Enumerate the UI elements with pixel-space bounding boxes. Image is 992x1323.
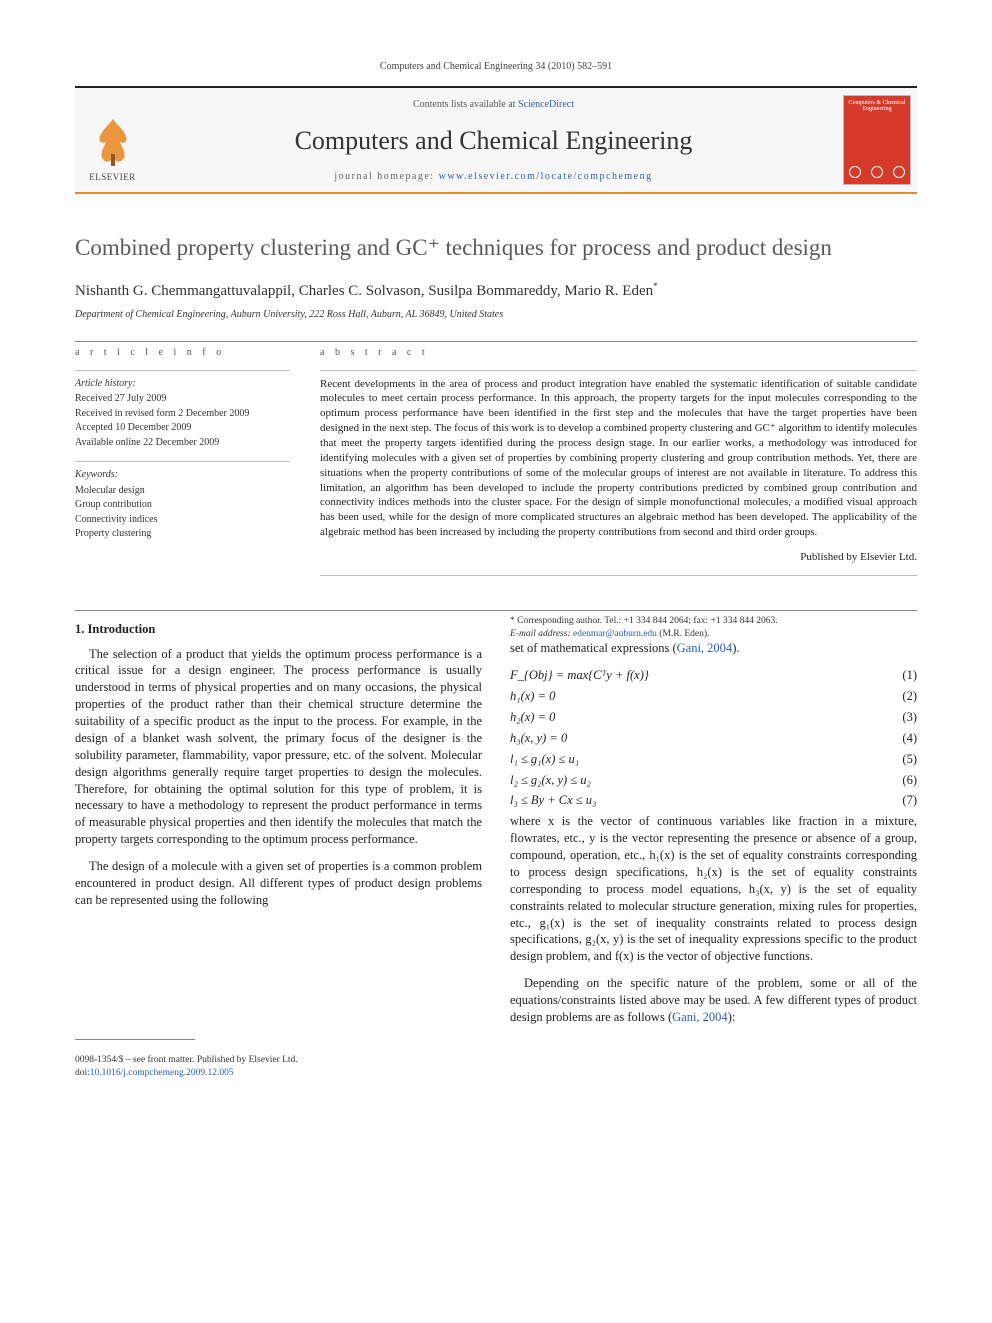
keywords-heading: Keywords: xyxy=(75,468,290,482)
doi-link[interactable]: 10.1016/j.compchemeng.2009.12.005 xyxy=(90,1068,234,1078)
section-heading-intro: 1. Introduction xyxy=(75,621,482,638)
equation-number: (6) xyxy=(902,772,917,789)
homepage-prefix: journal homepage: xyxy=(334,171,438,182)
equation-row: h₁(x) = 0 (2) xyxy=(510,688,917,705)
history-online: Available online 22 December 2009 xyxy=(75,436,290,450)
p3-lead-text: set of mathematical expressions ( xyxy=(510,641,677,655)
intro-paragraph-3-lead: set of mathematical expressions (Gani, 2… xyxy=(510,640,917,657)
intro-paragraph-1: The selection of a product that yields t… xyxy=(75,646,482,849)
p5-tail-text: ): xyxy=(728,1010,736,1024)
equation-math: l₃ ≤ By + Cx ≤ u₃ xyxy=(510,792,596,809)
published-by: Published by Elsevier Ltd. xyxy=(320,550,917,565)
citation-link[interactable]: Gani, 2004 xyxy=(672,1010,728,1024)
publisher-name: ELSEVIER xyxy=(89,171,136,183)
affiliation: Department of Chemical Engineering, Aubu… xyxy=(75,308,917,322)
cover-title: Computers & Chemical Engineering xyxy=(844,96,910,113)
publisher-logo-block: ELSEVIER xyxy=(75,88,150,192)
intro-paragraph-4: where x is the vector of continuous vari… xyxy=(510,813,917,965)
journal-homepage-link[interactable]: www.elsevier.com/locate/compchemeng xyxy=(439,171,653,182)
abstract-text: Recent developments in the area of proce… xyxy=(320,377,917,540)
article-body: 1. Introduction The selection of a produ… xyxy=(75,615,917,1040)
equation-math: F_{Obj} = max{Cᵀy + f(x)} xyxy=(510,667,649,684)
article-history-block: Article history: Received 27 July 2009 R… xyxy=(75,377,290,450)
contents-available-line: Contents lists available at ScienceDirec… xyxy=(166,98,821,112)
equation-number: (1) xyxy=(902,667,917,684)
equation-row: h₂(x) = 0 (3) xyxy=(510,709,917,726)
equation-row: l₁ ≤ g₁(x) ≤ u₁ (5) xyxy=(510,751,917,768)
abstract-column: a b s t r a c t Recent developments in t… xyxy=(320,346,917,582)
authors-line: Nishanth G. Chemmangattuvalappil, Charle… xyxy=(75,280,917,301)
journal-cover-thumbnail: Computers & Chemical Engineering xyxy=(843,95,911,185)
contents-prefix: Contents lists available at xyxy=(413,99,518,110)
article-history-heading: Article history: xyxy=(75,377,290,391)
equation-number: (4) xyxy=(902,730,917,747)
running-head: Computers and Chemical Engineering 34 (2… xyxy=(75,60,917,74)
keyword: Group contribution xyxy=(75,498,290,512)
keyword: Property clustering xyxy=(75,527,290,541)
corresponding-author-footnote: * Corresponding author. Tel.: +1 334 844… xyxy=(510,615,917,628)
equation-row: l₂ ≤ g₂(x, y) ≤ u₂ (6) xyxy=(510,772,917,789)
corresponding-mark: * xyxy=(653,281,658,291)
email-tail: (M.R. Eden). xyxy=(657,629,710,639)
equation-number: (5) xyxy=(902,751,917,768)
keywords-block: Keywords: Molecular design Group contrib… xyxy=(75,468,290,541)
equation-math: h₁(x) = 0 xyxy=(510,688,555,705)
equation-row: l₃ ≤ By + Cx ≤ u₃ (7) xyxy=(510,792,917,809)
sciencedirect-link[interactable]: ScienceDirect xyxy=(518,99,574,110)
abstract-heading: a b s t r a c t xyxy=(320,346,917,360)
p3-tail-text: ). xyxy=(732,641,739,655)
history-received: Received 27 July 2009 xyxy=(75,392,290,406)
journal-name: Computers and Chemical Engineering xyxy=(166,123,821,158)
cover-graphic-icon xyxy=(844,166,910,178)
journal-homepage-line: journal homepage: www.elsevier.com/locat… xyxy=(166,170,821,184)
history-revised: Received in revised form 2 December 2009 xyxy=(75,407,290,421)
equation-math: h₂(x) = 0 xyxy=(510,709,555,726)
equations-block: F_{Obj} = max{Cᵀy + f(x)} (1) h₁(x) = 0 (2… xyxy=(510,667,917,809)
article-info-heading: a r t i c l e i n f o xyxy=(75,346,290,360)
doi-line: doi:10.1016/j.compchemeng.2009.12.005 xyxy=(75,1067,917,1080)
article-info-column: a r t i c l e i n f o Article history: R… xyxy=(75,346,290,582)
intro-paragraph-5: Depending on the specific nature of the … xyxy=(510,975,917,1026)
email-footnote: E-mail address: edenmar@auburn.edu (M.R.… xyxy=(510,628,917,641)
copyright-line: 0098-1354/$ – see front matter. Publishe… xyxy=(75,1054,917,1067)
copyright-block: 0098-1354/$ – see front matter. Publishe… xyxy=(75,1054,917,1080)
author-email-link[interactable]: edenmar@auburn.edu xyxy=(573,629,657,639)
equation-number: (7) xyxy=(902,792,917,809)
keyword: Connectivity indices xyxy=(75,513,290,527)
equation-row: h₃(x, y) = 0 (4) xyxy=(510,730,917,747)
doi-label: doi: xyxy=(75,1068,90,1078)
equation-math: l₁ ≤ g₁(x) ≤ u₁ xyxy=(510,751,579,768)
citation-link[interactable]: Gani, 2004 xyxy=(677,641,733,655)
intro-paragraph-2: The design of a molecule with a given se… xyxy=(75,858,482,909)
elsevier-tree-icon xyxy=(88,114,138,169)
equation-number: (2) xyxy=(902,688,917,705)
journal-masthead: ELSEVIER Contents lists available at Sci… xyxy=(75,86,917,194)
equation-number: (3) xyxy=(902,709,917,726)
authors-names: Nishanth G. Chemmangattuvalappil, Charle… xyxy=(75,283,653,299)
email-label: E-mail address: xyxy=(510,629,573,639)
history-accepted: Accepted 10 December 2009 xyxy=(75,421,290,435)
equation-math: l₂ ≤ g₂(x, y) ≤ u₂ xyxy=(510,772,591,789)
keyword: Molecular design xyxy=(75,484,290,498)
equation-row: F_{Obj} = max{Cᵀy + f(x)} (1) xyxy=(510,667,917,684)
equation-math: h₃(x, y) = 0 xyxy=(510,730,567,747)
article-title: Combined property clustering and GC⁺ tec… xyxy=(75,234,917,263)
